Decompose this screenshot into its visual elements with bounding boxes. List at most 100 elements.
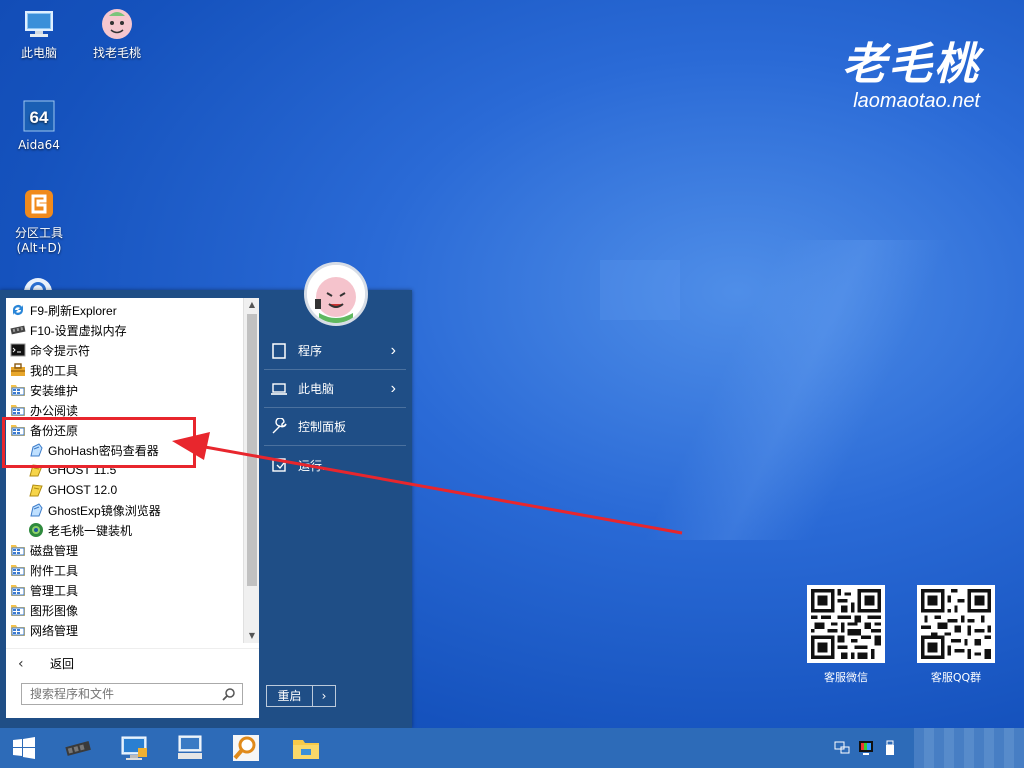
chevron-right-icon: › xyxy=(390,379,396,397)
memory-chip-icon xyxy=(10,322,26,338)
restart-button[interactable]: 重启 › xyxy=(266,685,336,707)
start-button[interactable] xyxy=(0,728,48,768)
brand-name: 老毛桃 xyxy=(842,39,980,90)
folder-program-icon xyxy=(10,582,26,598)
taskbar xyxy=(0,728,1024,768)
scroll-up-icon[interactable]: ▲ xyxy=(244,298,260,312)
search-icon[interactable] xyxy=(222,687,236,701)
program-item[interactable]: 我的工具 xyxy=(6,360,243,380)
desktop-icon-partition-tool[interactable]: 分区工具 (Alt+D) xyxy=(4,186,74,256)
partition-tool-icon xyxy=(21,186,57,222)
qr-caption: 客服微信 xyxy=(824,671,868,684)
qr-code-image xyxy=(807,585,885,663)
aida64-badge: 64 xyxy=(30,108,49,127)
program-item[interactable]: 命令提示符 xyxy=(6,340,243,360)
program-list-scrollbar[interactable]: ▲ ▼ xyxy=(243,298,259,643)
program-item-label: 网络管理 xyxy=(30,623,79,638)
peach-mascot-icon xyxy=(99,6,135,42)
ghost-app-icon xyxy=(28,502,44,518)
program-item[interactable]: 安装维护 xyxy=(6,380,243,400)
brand-watermark: 老毛桃 laomaotao.net xyxy=(842,39,980,113)
qr-code-image xyxy=(917,585,995,663)
file-explorer-taskbar-icon[interactable] xyxy=(290,732,322,764)
folder-program-icon xyxy=(10,542,26,558)
right-menu-run[interactable]: 运行... xyxy=(264,446,406,484)
program-item-label: 我的工具 xyxy=(30,363,79,378)
toolbox-icon xyxy=(10,362,26,378)
user-avatar[interactable] xyxy=(304,262,368,326)
start-menu-program-pane: F9-刷新Explorer F10-设置虚拟内存 命令提示符 我的工具 安装维护 办公阅读… xyxy=(6,298,259,718)
brand-url: laomaotao.net xyxy=(853,90,980,112)
desktop-icon-label-line2: (Alt+D) xyxy=(16,241,62,255)
folder-program-icon xyxy=(10,382,26,398)
restart-label[interactable]: 重启 xyxy=(267,686,313,706)
remote-desktop-taskbar-icon[interactable] xyxy=(174,732,206,764)
wallpaper-light-streak xyxy=(560,240,980,540)
program-item[interactable]: 磁盘管理 xyxy=(6,540,243,560)
desktop-icon-find-laomaotao[interactable]: 找老毛桃 xyxy=(82,6,152,61)
program-item[interactable]: 图形图像 xyxy=(6,600,243,620)
qr-wechat: 客服微信 xyxy=(806,585,886,685)
scroll-down-icon[interactable]: ▼ xyxy=(244,629,260,643)
restart-options-arrow[interactable]: › xyxy=(313,686,335,706)
right-item-label: 程序 xyxy=(298,344,323,358)
desktop-icon-label: Aida64 xyxy=(18,138,60,152)
folder-program-icon xyxy=(10,622,26,638)
right-item-label: 运行... xyxy=(298,458,333,473)
desktop-icon-aida64[interactable]: 64 Aida64 xyxy=(4,98,74,153)
back-button[interactable]: ‹ 返回 xyxy=(6,648,259,678)
desktop-icon-label-line1: 分区工具 xyxy=(14,226,63,240)
annotation-highlight-box xyxy=(2,417,196,468)
document-icon xyxy=(272,342,286,359)
windows-logo-icon xyxy=(13,737,35,759)
qr-caption: 客服QQ群 xyxy=(930,671,982,684)
tray-clock-area-blurred[interactable] xyxy=(914,728,1024,768)
program-item[interactable]: 管理工具 xyxy=(6,580,243,600)
right-menu-this-pc[interactable]: 此电脑 › xyxy=(264,370,406,408)
ghost-yellow-icon xyxy=(28,482,44,498)
chevron-left-icon: ‹ xyxy=(18,655,24,672)
computer-icon xyxy=(21,6,57,42)
program-item-label: 管理工具 xyxy=(30,583,79,598)
right-menu-programs[interactable]: 程序 › xyxy=(264,332,406,370)
refresh-icon xyxy=(10,302,26,318)
program-item[interactable]: 老毛桃一键装机 xyxy=(6,520,243,540)
right-item-label: 此电脑 xyxy=(298,382,335,396)
chevron-right-icon: › xyxy=(390,341,396,359)
scrollbar-thumb[interactable] xyxy=(247,314,257,586)
desktop-icon-label: 找老毛桃 xyxy=(92,46,141,60)
program-item[interactable]: GhostExp镜像浏览器 xyxy=(6,500,243,520)
usb-tray-icon[interactable] xyxy=(882,740,898,756)
search-box[interactable] xyxy=(21,683,243,705)
program-item[interactable]: GHOST 12.0 xyxy=(6,480,243,500)
program-item-label: 命令提示符 xyxy=(30,343,91,358)
network-tray-icon[interactable] xyxy=(834,740,850,756)
program-item[interactable]: 网络管理 xyxy=(6,620,243,640)
program-item[interactable]: F9-刷新Explorer xyxy=(6,300,243,320)
program-item[interactable]: F10-设置虚拟内存 xyxy=(6,320,243,340)
aida64-icon: 64 xyxy=(21,98,57,134)
program-item-label: 磁盘管理 xyxy=(30,543,79,558)
program-item[interactable]: 附件工具 xyxy=(6,560,243,580)
program-item-label: 图形图像 xyxy=(30,603,79,618)
wrench-icon xyxy=(272,417,287,433)
desktop-icon-this-pc[interactable]: 此电脑 xyxy=(4,6,74,61)
search-input[interactable] xyxy=(30,687,220,701)
desktop-icon-label: 此电脑 xyxy=(20,46,57,60)
run-icon xyxy=(272,458,286,472)
memory-chip-taskbar-icon[interactable] xyxy=(62,732,94,764)
laptop-icon xyxy=(271,382,287,395)
program-item-label: 安装维护 xyxy=(30,383,79,398)
program-item-label: F9-刷新Explorer xyxy=(30,303,117,318)
folder-program-icon xyxy=(10,402,26,418)
right-item-label: 控制面板 xyxy=(298,420,347,434)
program-item-label: F10-设置虚拟内存 xyxy=(30,323,127,338)
display-tray-icon[interactable] xyxy=(858,740,874,756)
program-list[interactable]: F9-刷新Explorer F10-设置虚拟内存 命令提示符 我的工具 安装维护 办公阅读… xyxy=(6,298,243,643)
network-monitor-taskbar-icon[interactable] xyxy=(118,732,150,764)
cmd-icon xyxy=(10,342,26,358)
installer-icon xyxy=(28,522,44,538)
search-tool-taskbar-icon[interactable] xyxy=(230,732,262,764)
right-menu-control-panel[interactable]: 控制面板 xyxy=(264,408,406,446)
wallpaper-light-patch xyxy=(600,260,680,320)
